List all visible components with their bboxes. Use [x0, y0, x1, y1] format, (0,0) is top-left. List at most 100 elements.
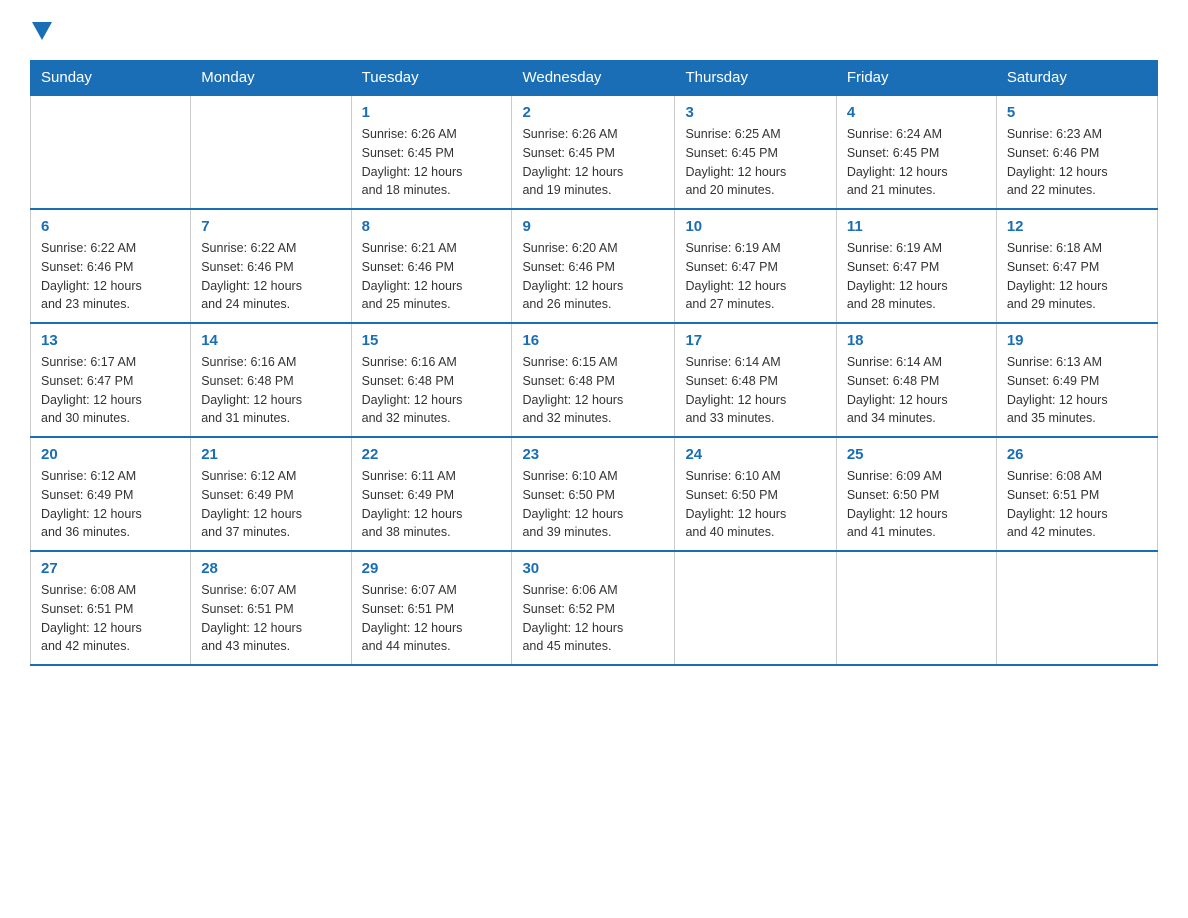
calendar-week-row: 6 Sunrise: 6:22 AM Sunset: 6:46 PM Daylig… [31, 209, 1158, 323]
day-number: 30 [522, 560, 664, 577]
calendar-cell [191, 95, 351, 209]
day-info: Sunrise: 6:14 AM Sunset: 6:48 PM Dayligh… [847, 353, 986, 428]
calendar-cell: 3 Sunrise: 6:25 AM Sunset: 6:45 PM Daylig… [675, 95, 836, 209]
calendar-cell: 12 Sunrise: 6:18 AM Sunset: 6:47 PM Dayli… [996, 209, 1157, 323]
calendar-header-sunday: Sunday [31, 61, 191, 96]
day-number: 11 [847, 218, 986, 235]
calendar-cell: 19 Sunrise: 6:13 AM Sunset: 6:49 PM Dayli… [996, 323, 1157, 437]
calendar-cell: 20 Sunrise: 6:12 AM Sunset: 6:49 PM Dayli… [31, 437, 191, 551]
day-info: Sunrise: 6:19 AM Sunset: 6:47 PM Dayligh… [847, 239, 986, 314]
calendar-cell: 6 Sunrise: 6:22 AM Sunset: 6:46 PM Daylig… [31, 209, 191, 323]
day-info: Sunrise: 6:20 AM Sunset: 6:46 PM Dayligh… [522, 239, 664, 314]
day-number: 16 [522, 332, 664, 349]
day-number: 10 [685, 218, 825, 235]
calendar-header-friday: Friday [836, 61, 996, 96]
day-number: 3 [685, 104, 825, 121]
day-number: 20 [41, 446, 180, 463]
day-info: Sunrise: 6:07 AM Sunset: 6:51 PM Dayligh… [201, 581, 340, 656]
calendar-cell: 18 Sunrise: 6:14 AM Sunset: 6:48 PM Dayli… [836, 323, 996, 437]
calendar-cell: 30 Sunrise: 6:06 AM Sunset: 6:52 PM Dayli… [512, 551, 675, 665]
day-info: Sunrise: 6:12 AM Sunset: 6:49 PM Dayligh… [201, 467, 340, 542]
day-number: 17 [685, 332, 825, 349]
calendar-table: SundayMondayTuesdayWednesdayThursdayFrid… [30, 60, 1158, 666]
day-number: 4 [847, 104, 986, 121]
day-info: Sunrise: 6:13 AM Sunset: 6:49 PM Dayligh… [1007, 353, 1147, 428]
day-number: 15 [362, 332, 502, 349]
day-number: 18 [847, 332, 986, 349]
calendar-cell [675, 551, 836, 665]
day-info: Sunrise: 6:22 AM Sunset: 6:46 PM Dayligh… [41, 239, 180, 314]
day-number: 27 [41, 560, 180, 577]
day-number: 28 [201, 560, 340, 577]
day-number: 7 [201, 218, 340, 235]
calendar-header-row: SundayMondayTuesdayWednesdayThursdayFrid… [31, 61, 1158, 96]
calendar-cell: 16 Sunrise: 6:15 AM Sunset: 6:48 PM Dayli… [512, 323, 675, 437]
calendar-cell: 29Sunrise: 6:07 AM Sunset: 6:51 PM Dayli… [351, 551, 512, 665]
calendar-week-row: 13Sunrise: 6:17 AM Sunset: 6:47 PM Dayli… [31, 323, 1158, 437]
calendar-cell [31, 95, 191, 209]
calendar-header-monday: Monday [191, 61, 351, 96]
day-info: Sunrise: 6:16 AM Sunset: 6:48 PM Dayligh… [201, 353, 340, 428]
day-info: Sunrise: 6:15 AM Sunset: 6:48 PM Dayligh… [522, 353, 664, 428]
calendar-cell: 14 Sunrise: 6:16 AM Sunset: 6:48 PM Dayli… [191, 323, 351, 437]
calendar-cell: 24 Sunrise: 6:10 AM Sunset: 6:50 PM Dayli… [675, 437, 836, 551]
calendar-header-tuesday: Tuesday [351, 61, 512, 96]
logo-arrow-icon [32, 22, 52, 40]
day-number: 21 [201, 446, 340, 463]
day-info: Sunrise: 6:26 AM Sunset: 6:45 PM Dayligh… [362, 125, 502, 200]
calendar-cell: 23 Sunrise: 6:10 AM Sunset: 6:50 PM Dayli… [512, 437, 675, 551]
calendar-cell [836, 551, 996, 665]
logo [30, 20, 52, 40]
page-header [30, 20, 1158, 40]
day-info: Sunrise: 6:09 AM Sunset: 6:50 PM Dayligh… [847, 467, 986, 542]
calendar-week-row: 1 Sunrise: 6:26 AM Sunset: 6:45 PM Daylig… [31, 95, 1158, 209]
calendar-cell: 1 Sunrise: 6:26 AM Sunset: 6:45 PM Daylig… [351, 95, 512, 209]
calendar-cell: 17 Sunrise: 6:14 AM Sunset: 6:48 PM Dayli… [675, 323, 836, 437]
day-number: 2 [522, 104, 664, 121]
day-info: Sunrise: 6:26 AM Sunset: 6:45 PM Dayligh… [522, 125, 664, 200]
calendar-cell: 11 Sunrise: 6:19 AM Sunset: 6:47 PM Dayli… [836, 209, 996, 323]
day-number: 9 [522, 218, 664, 235]
calendar-cell: 7 Sunrise: 6:22 AM Sunset: 6:46 PM Daylig… [191, 209, 351, 323]
calendar-cell: 4Sunrise: 6:24 AM Sunset: 6:45 PM Daylig… [836, 95, 996, 209]
day-number: 24 [685, 446, 825, 463]
day-info: Sunrise: 6:12 AM Sunset: 6:49 PM Dayligh… [41, 467, 180, 542]
day-number: 23 [522, 446, 664, 463]
day-info: Sunrise: 6:06 AM Sunset: 6:52 PM Dayligh… [522, 581, 664, 656]
day-number: 25 [847, 446, 986, 463]
calendar-cell: 15 Sunrise: 6:16 AM Sunset: 6:48 PM Dayli… [351, 323, 512, 437]
day-info: Sunrise: 6:10 AM Sunset: 6:50 PM Dayligh… [685, 467, 825, 542]
day-number: 6 [41, 218, 180, 235]
day-number: 12 [1007, 218, 1147, 235]
calendar-cell: 9 Sunrise: 6:20 AM Sunset: 6:46 PM Daylig… [512, 209, 675, 323]
calendar-cell [996, 551, 1157, 665]
day-info: Sunrise: 6:16 AM Sunset: 6:48 PM Dayligh… [362, 353, 502, 428]
day-number: 19 [1007, 332, 1147, 349]
calendar-cell: 13Sunrise: 6:17 AM Sunset: 6:47 PM Dayli… [31, 323, 191, 437]
day-info: Sunrise: 6:17 AM Sunset: 6:47 PM Dayligh… [41, 353, 180, 428]
day-number: 1 [362, 104, 502, 121]
day-number: 8 [362, 218, 502, 235]
day-info: Sunrise: 6:25 AM Sunset: 6:45 PM Dayligh… [685, 125, 825, 200]
day-info: Sunrise: 6:23 AM Sunset: 6:46 PM Dayligh… [1007, 125, 1147, 200]
calendar-cell: 21 Sunrise: 6:12 AM Sunset: 6:49 PM Dayli… [191, 437, 351, 551]
calendar-week-row: 20 Sunrise: 6:12 AM Sunset: 6:49 PM Dayli… [31, 437, 1158, 551]
calendar-header-thursday: Thursday [675, 61, 836, 96]
calendar-cell: 2 Sunrise: 6:26 AM Sunset: 6:45 PM Daylig… [512, 95, 675, 209]
day-number: 29 [362, 560, 502, 577]
calendar-cell: 5 Sunrise: 6:23 AM Sunset: 6:46 PM Daylig… [996, 95, 1157, 209]
day-info: Sunrise: 6:22 AM Sunset: 6:46 PM Dayligh… [201, 239, 340, 314]
calendar-header-wednesday: Wednesday [512, 61, 675, 96]
calendar-week-row: 27 Sunrise: 6:08 AM Sunset: 6:51 PM Dayli… [31, 551, 1158, 665]
day-info: Sunrise: 6:10 AM Sunset: 6:50 PM Dayligh… [522, 467, 664, 542]
calendar-cell: 22Sunrise: 6:11 AM Sunset: 6:49 PM Dayli… [351, 437, 512, 551]
day-info: Sunrise: 6:14 AM Sunset: 6:48 PM Dayligh… [685, 353, 825, 428]
calendar-cell: 10Sunrise: 6:19 AM Sunset: 6:47 PM Dayli… [675, 209, 836, 323]
day-number: 5 [1007, 104, 1147, 121]
day-number: 14 [201, 332, 340, 349]
day-number: 26 [1007, 446, 1147, 463]
day-info: Sunrise: 6:18 AM Sunset: 6:47 PM Dayligh… [1007, 239, 1147, 314]
day-info: Sunrise: 6:08 AM Sunset: 6:51 PM Dayligh… [1007, 467, 1147, 542]
day-info: Sunrise: 6:08 AM Sunset: 6:51 PM Dayligh… [41, 581, 180, 656]
calendar-cell: 26 Sunrise: 6:08 AM Sunset: 6:51 PM Dayli… [996, 437, 1157, 551]
